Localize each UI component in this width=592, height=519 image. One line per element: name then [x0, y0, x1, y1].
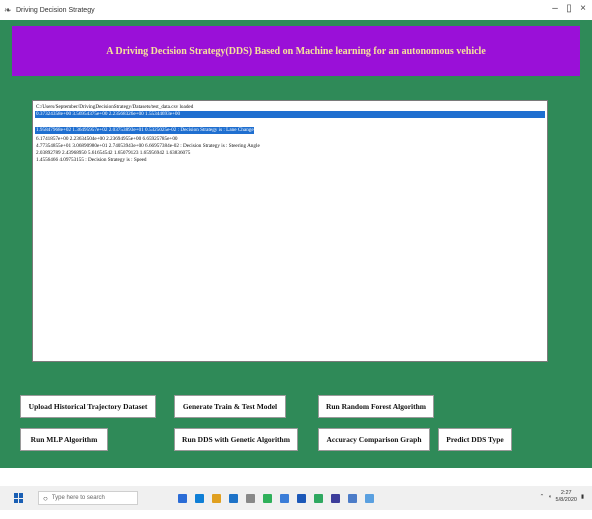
excel-icon[interactable]	[314, 493, 323, 503]
feather-app-taskbar-icon[interactable]	[365, 493, 374, 503]
output-text-area[interactable]: C:/Users/September/DrivingDecisionStrate…	[32, 100, 548, 362]
close-button[interactable]: ×	[576, 3, 590, 14]
file-explorer-icon[interactable]	[212, 493, 221, 503]
store-icon[interactable]	[229, 493, 238, 503]
output-line: 2.03892789 2.43968950 5.61654542 1.65079…	[36, 150, 191, 156]
maximize-button[interactable]: ▯	[562, 3, 576, 14]
windows-start-icon[interactable]	[14, 493, 24, 503]
dds-genetic-button[interactable]: Run DDS with Genetic Algorithm	[174, 428, 298, 451]
search-placeholder: Type here to search	[51, 495, 105, 501]
taskbar-strip: ○ Type here to search ⌃ ◖ 2:27 5/8/2020 …	[0, 486, 592, 510]
random-forest-button[interactable]: Run Random Forest Algorithm	[318, 395, 434, 418]
minimize-button[interactable]: –	[548, 3, 562, 14]
mlp-button[interactable]: Run MLP Algorithm	[20, 428, 108, 451]
task-view-icon[interactable]	[178, 493, 187, 503]
accuracy-graph-button[interactable]: Accuracy Comparison Graph	[318, 428, 430, 451]
search-icon: ○	[43, 493, 48, 503]
system-clock[interactable]: 2:27 5/8/2020	[556, 490, 577, 504]
chrome-icon[interactable]	[263, 493, 272, 503]
window-titlebar: ❧ Driving Decision Strategy – ▯ ×	[0, 0, 592, 20]
output-line: 1.4556466 4.09753155 : Decision Strategy…	[36, 157, 147, 163]
output-line-selected: 1.95847968e+02 1.36495957e+02 2.03753893…	[35, 127, 254, 134]
output-line: 6.1741857e+00 2.23634504e+00 2.23694955e…	[36, 136, 178, 142]
notepad-icon[interactable]	[348, 493, 357, 503]
app-client-area: A Driving Decision Strategy(DDS) Based o…	[0, 20, 592, 468]
window-title: Driving Decision Strategy	[16, 6, 95, 14]
python-icon[interactable]	[280, 493, 289, 503]
notification-icon[interactable]: ▮	[581, 494, 584, 500]
header-banner: A Driving Decision Strategy(DDS) Based o…	[12, 26, 580, 76]
banner-title: A Driving Decision Strategy(DDS) Based o…	[106, 45, 486, 57]
output-line-selected: 0.37324358e+00 3.56954375e+00 2.23568326…	[35, 111, 545, 118]
taskbar: ○ Type here to search ⌃ ◖ 2:27 5/8/2020 …	[0, 468, 592, 519]
volume-icon[interactable]: ◖	[548, 494, 551, 500]
generate-model-button[interactable]: Generate Train & Test Model	[174, 395, 286, 418]
system-tray: ⌃ ◖ 2:27 5/8/2020 ▮	[540, 490, 584, 504]
output-line: C:/Users/September/DrivingDecisionStrate…	[36, 104, 194, 110]
output-line: 4.77354855e+01 3.06890980e+01 2.74053943…	[36, 143, 260, 149]
predict-dds-button[interactable]: Predict DDS Type	[438, 428, 512, 451]
taskbar-search-box[interactable]: ○ Type here to search	[38, 491, 138, 505]
app-icon[interactable]	[246, 493, 255, 503]
word-icon[interactable]	[297, 493, 306, 503]
clock-time: 2:27	[560, 490, 572, 496]
clock-date: 5/8/2020	[555, 497, 577, 503]
visual-studio-icon[interactable]	[331, 493, 340, 503]
feather-app-icon: ❧	[4, 5, 12, 15]
upload-dataset-button[interactable]: Upload Historical Trajectory Dataset	[20, 395, 156, 418]
network-icon[interactable]: ⌃	[540, 494, 545, 500]
edge-icon[interactable]	[195, 493, 204, 503]
